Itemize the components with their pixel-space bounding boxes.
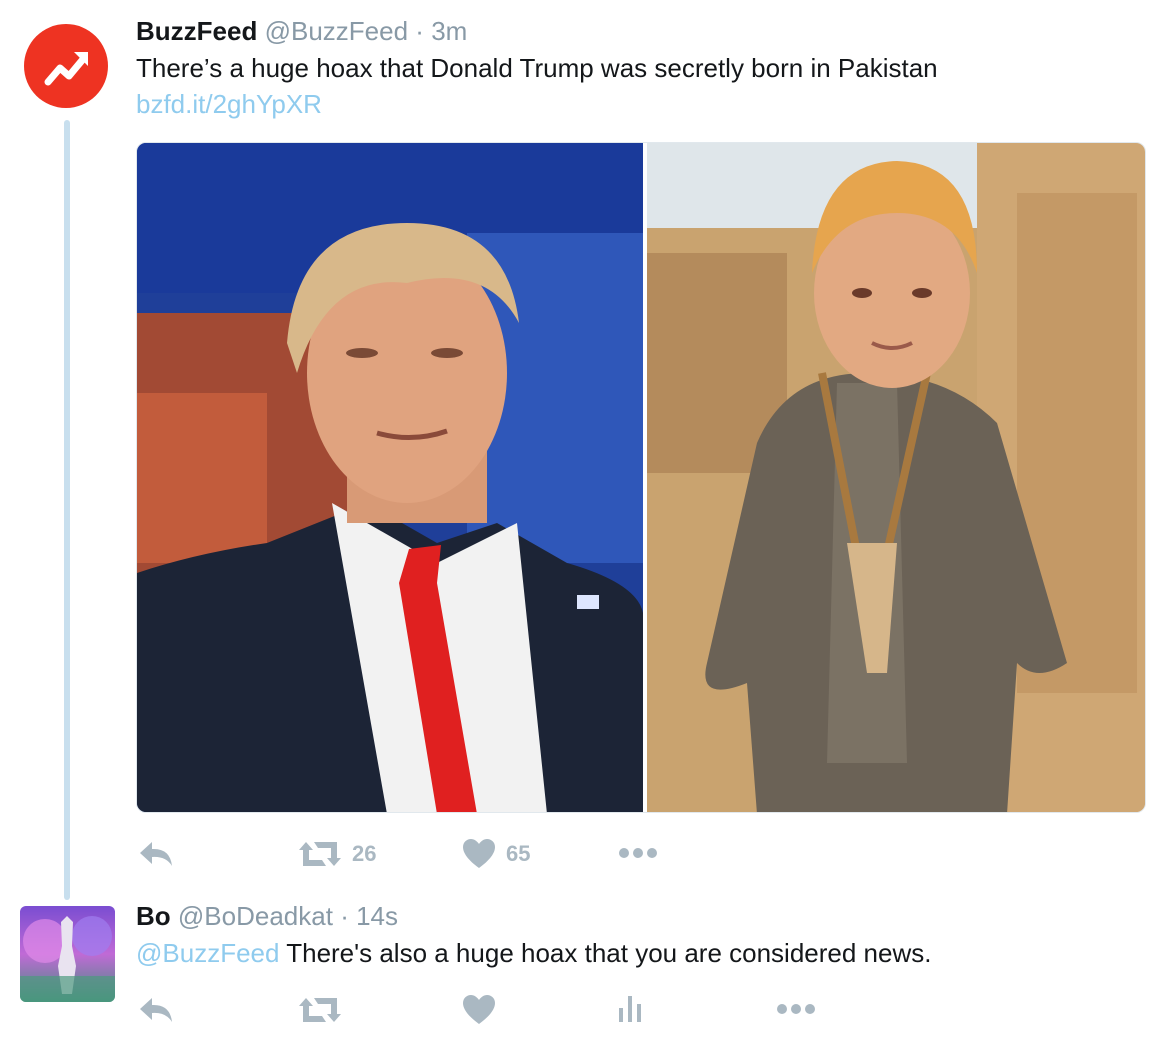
tweet-time[interactable]: 14s [356,901,398,931]
tweet-media[interactable] [136,142,1146,813]
like-count: 65 [506,841,531,866]
author-handle[interactable]: @BuzzFeed [265,16,408,46]
photo-right[interactable] [647,143,1146,813]
retweet-button[interactable] [298,996,342,1024]
separator-dot: · [340,901,349,931]
reply-button[interactable] [138,840,174,868]
author-handle[interactable]: @BoDeadkat [178,901,333,931]
tweet-header: BuzzFeed @BuzzFeed · 3m [136,16,467,46]
bo-avatar[interactable] [20,906,115,1002]
heart-icon [463,839,495,868]
more-button[interactable] [618,846,658,860]
reply-body: There's also a huge hoax that you are co… [279,938,932,968]
photo-left[interactable] [137,143,643,813]
analytics-button[interactable] [617,994,643,1024]
reply-icon [140,842,172,866]
more-icon [619,848,657,858]
trending-arrow-icon [44,52,88,86]
author-name[interactable]: Bo [136,901,171,931]
analytics-icon [619,996,641,1022]
retweet-count: 26 [352,841,377,866]
like-button[interactable]: 65 [462,838,530,870]
tweet-text: There’s a huge hoax that Donald Trump wa… [136,53,938,83]
reply-tweet-header: Bo @BoDeadkat · 14s [136,901,398,931]
more-button[interactable] [776,1002,816,1016]
heart-icon [463,995,495,1024]
mention-link[interactable]: @BuzzFeed [136,938,279,968]
reply-button[interactable] [138,996,174,1024]
retweet-icon [299,842,341,866]
reply-tweet-text: @BuzzFeed There's also a huge hoax that … [136,937,931,969]
retweet-button[interactable]: 26 [298,840,376,868]
separator-dot: · [415,16,424,46]
retweet-icon [299,998,341,1022]
thread-connector-line [64,120,70,900]
buzzfeed-avatar[interactable] [24,24,108,108]
like-button[interactable] [462,994,496,1026]
author-name[interactable]: BuzzFeed [136,16,257,46]
tweet-link[interactable]: bzfd.it/2ghYpXR [136,88,322,120]
reply-icon [140,998,172,1022]
more-icon [777,1004,815,1014]
tweet-time[interactable]: 3m [431,16,467,46]
